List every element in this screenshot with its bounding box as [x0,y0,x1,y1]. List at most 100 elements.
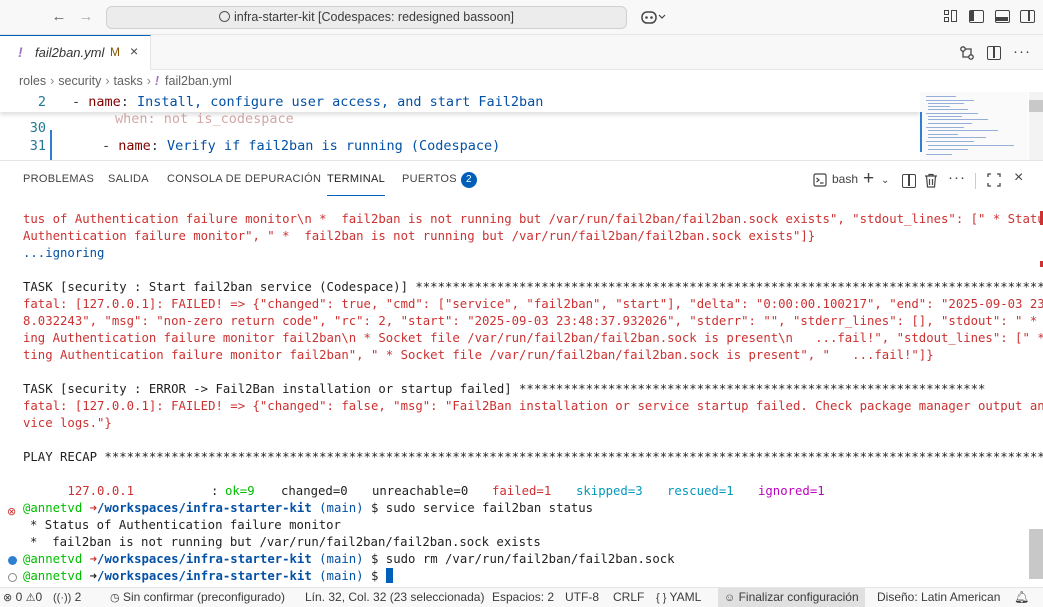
code-editor[interactable]: when: not is_codespace 30 31 - name: Ver… [0,92,1043,160]
editor-scrollbar[interactable] [1029,92,1043,160]
maximize-panel-icon[interactable] [987,173,1001,187]
ports-count: 2 [74,590,82,604]
yaml-file-icon: ! [18,44,23,60]
toggle-primary-sidebar-icon[interactable] [969,10,984,23]
bottom-panel: PROBLEMAS SALIDA CONSOLA DE DEPURACIÓN T… [0,160,1043,587]
code-line-30: 30 [0,119,900,137]
terminal-shell-name[interactable]: bash [832,172,858,186]
command-pending-icon [8,573,17,582]
terminal-line: 8.032243", "msg": "non-zero return code"… [23,314,1043,328]
line-number: 31 [29,138,46,154]
copilot-status[interactable]: ☺ Finalizar configuración [718,588,865,607]
trash-icon[interactable] [924,173,938,188]
prompt-command: sudo service fail2ban status [385,501,594,515]
terminal-prompt: @annetvd ➜/workspaces/infra-starter-kit … [23,551,675,568]
terminal-line: ting Authentication failure monitor fail… [23,348,934,362]
toggle-panel-icon[interactable] [995,10,1010,23]
indentation[interactable]: Espacios: 2 [492,588,554,607]
terminal-scrollbar-thumb[interactable] [1029,529,1043,579]
toggle-secondary-sidebar-icon[interactable] [1020,10,1035,23]
prompt-cwd: /workspaces/infra-starter-kit [97,552,312,566]
close-panel-icon[interactable]: × [1014,169,1023,187]
panel-tab-bar: PROBLEMAS SALIDA CONSOLA DE DEPURACIÓN T… [0,161,1043,199]
language-label: YAML [669,590,702,604]
terminal-line: tus of Authentication failure monitor\n … [23,212,1043,226]
close-icon[interactable]: × [130,43,138,59]
tab-ports[interactable]: PUERTOS 2 [402,172,477,188]
end-of-line[interactable]: CRLF [613,588,644,607]
breadcrumb-roles[interactable]: roles [19,74,46,88]
yaml-value: Install, configure user access, and star… [137,94,544,110]
terminal-icon [813,173,827,187]
sync-label: Sin confirmar (preconfigurado) [122,590,286,604]
problems-status[interactable]: ⊗ 0 ⚠0 [3,588,42,607]
forward-arrow-icon[interactable]: → [77,8,95,26]
command-center-label: infra-starter-kit [Codespaces: redesigne… [233,10,514,24]
keyboard-layout[interactable]: Diseño: Latin American [877,588,1000,607]
recap-rescued: rescued=1 [667,484,734,498]
copilot-icon[interactable] [640,9,666,25]
breadcrumb-tasks[interactable]: tasks [114,74,143,88]
breadcrumb-security[interactable]: security [58,74,101,88]
prompt-arrow: ➜ [89,569,98,583]
terminal-prompt: @annetvd ➜/workspaces/infra-starter-kit … [23,500,593,517]
search-icon [218,11,230,22]
terminal-line: TASK [security : ERROR -> Fail2Ban insta… [23,382,986,396]
split-editor-icon[interactable] [987,46,1001,60]
terminal-line: ...ignoring [23,246,105,260]
prompt-user: @annetvd [23,552,83,566]
recap-ignored: ignored=1 [758,484,825,498]
back-arrow-icon[interactable]: ← [50,8,68,26]
more-actions-icon[interactable]: ··· [948,169,966,186]
chevron-down-icon[interactable]: ⌄ [881,175,889,186]
tab-fail2ban-yml[interactable]: ! fail2ban.yml M × [0,35,151,70]
terminal-line: PLAY RECAP *****************************… [23,450,1043,464]
prompt-symbol: $ [370,569,379,583]
ports-count-badge: 2 [460,172,477,188]
yaml-value: Verify if fail2ban is running (Codespace… [167,138,501,154]
command-failed-icon[interactable]: ⊗ [7,505,16,518]
notifications-bell-icon[interactable]: 🔔︎ [1014,588,1029,607]
antenna-icon: ((·)) [53,592,72,604]
git-modified-gutter [50,130,52,160]
tab-debug-console[interactable]: CONSOLA DE DEPURACIÓN [167,173,321,185]
encoding[interactable]: UTF-8 [565,588,599,607]
modified-indicator: M [110,45,120,59]
prompt-command: sudo rm /var/run/fail2ban/fail2ban.sock [385,552,675,566]
terminal-line: vice logs."} [23,416,112,430]
new-terminal-plus-icon[interactable]: + [863,168,874,190]
terminal-line: Authentication failure monitor", " * fai… [23,229,816,243]
prompt-cwd: /workspaces/infra-starter-kit [97,569,312,583]
sync-status[interactable]: ◷ Sin confirmar (preconfigurado) [110,588,285,607]
open-changes-icon[interactable] [959,45,975,61]
tab-ports-label: PUERTOS [402,173,457,185]
yaml-key: name [118,138,151,154]
breadcrumb-file[interactable]: fail2ban.yml [165,74,232,88]
split-terminal-icon[interactable] [902,174,916,188]
command-success-icon[interactable] [8,556,17,565]
list-dash: - [72,94,89,110]
terminal-line: * Status of Authentication failure monit… [30,518,341,532]
minimap[interactable] [920,92,1028,160]
chevron-right-icon: › [105,74,110,88]
terminal-line: fatal: [127.0.0.1]: FAILED! => {"changed… [23,399,1043,413]
tab-problems[interactable]: PROBLEMAS [23,173,94,185]
title-bar: ← → infra-starter-kit [Codespaces: redes… [0,0,1043,35]
command-center-search[interactable]: infra-starter-kit [Codespaces: redesigne… [106,6,627,29]
copilot-icon: ☺ [724,592,736,604]
language-mode[interactable]: { } YAML [656,588,701,607]
more-actions-icon[interactable]: ··· [1013,43,1031,60]
cursor-position[interactable]: Lín. 32, Col. 32 (23 seleccionada) [305,588,484,607]
divider [975,173,976,189]
terminal-line: fatal: [127.0.0.1]: FAILED! => {"changed… [23,297,1043,311]
editor-tab-bar: ! fail2ban.yml M × ··· [0,35,1043,70]
ports-status[interactable]: ((·)) 2 [53,588,81,607]
chevron-right-icon: › [146,74,151,88]
terminal-line: * fail2ban is not running but /var/run/f… [30,535,541,549]
line-number: 2 [37,94,46,110]
sticky-scroll-header[interactable]: 2 - name: Install, configure user access… [0,92,920,112]
terminal-output[interactable]: tus of Authentication failure monitor\n … [0,199,1043,588]
layout-customize-icon[interactable] [944,10,958,23]
tab-terminal[interactable]: TERMINAL [327,173,386,196]
tab-output[interactable]: SALIDA [108,173,149,185]
